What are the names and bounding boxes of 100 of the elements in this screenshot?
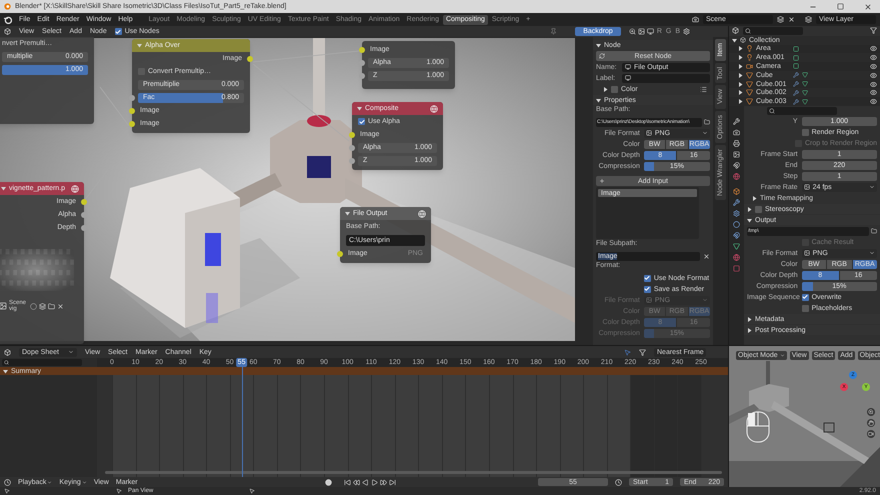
search-field[interactable] xyxy=(743,26,803,35)
scene-icon[interactable] xyxy=(692,16,699,23)
wrench-icon xyxy=(793,98,799,105)
disclosure-triangle-icon[interactable] xyxy=(747,328,752,332)
search-field[interactable] xyxy=(2,359,82,366)
checkbox[interactable] xyxy=(755,206,762,212)
disclosure-triangle-icon[interactable] xyxy=(738,99,743,104)
copy-icon[interactable] xyxy=(777,16,784,23)
record-icon[interactable] xyxy=(324,478,332,486)
editor-type-icon[interactable] xyxy=(732,27,739,34)
editor-type-icon[interactable] xyxy=(4,348,11,356)
disclosure-triangle-icon[interactable] xyxy=(738,46,743,52)
gear-icon[interactable] xyxy=(733,210,740,217)
app-logo-icon[interactable] xyxy=(4,16,12,24)
check-icon xyxy=(802,294,808,300)
app-logo-icon xyxy=(4,3,11,10)
gear-icon[interactable] xyxy=(683,28,690,35)
globe-icon[interactable] xyxy=(733,173,740,180)
disclosure-triangle-icon[interactable] xyxy=(738,82,743,87)
disclosure-triangle-icon[interactable] xyxy=(738,90,743,96)
disclosure-triangle-icon[interactable] xyxy=(747,206,752,212)
cursor-icon[interactable] xyxy=(624,348,631,356)
image-icon xyxy=(646,297,652,303)
chevron-icon xyxy=(869,250,875,256)
triangle-icon[interactable] xyxy=(733,243,740,250)
eye-icon[interactable] xyxy=(870,89,877,96)
eye-icon[interactable] xyxy=(870,72,877,79)
rewind-icon[interactable] xyxy=(352,478,360,486)
eye-icon[interactable] xyxy=(870,80,877,88)
printer-icon[interactable] xyxy=(733,140,740,147)
disclosure-triangle-icon[interactable] xyxy=(747,218,752,222)
magnet-icon[interactable] xyxy=(733,162,740,169)
camera-icon xyxy=(746,62,753,70)
eye-icon[interactable] xyxy=(870,54,877,62)
checkbox[interactable] xyxy=(802,304,809,312)
mouse-drawing xyxy=(746,411,770,443)
eye-icon[interactable] xyxy=(870,45,877,52)
globe-icon[interactable] xyxy=(733,254,740,261)
disclosure-triangle-icon[interactable] xyxy=(596,42,601,48)
plus-icon xyxy=(599,178,605,184)
refresh-icon xyxy=(599,53,605,59)
wrench-icon[interactable] xyxy=(733,118,740,125)
disclosure-triangle-icon[interactable] xyxy=(732,38,737,43)
lightbulb-icon xyxy=(746,54,753,62)
folder-icon[interactable] xyxy=(871,228,877,234)
cube-icon[interactable] xyxy=(733,188,740,195)
disclosure-triangle-icon[interactable] xyxy=(738,72,743,78)
editor-type-icon[interactable] xyxy=(4,28,11,35)
play-icon[interactable] xyxy=(370,478,378,486)
text-field[interactable] xyxy=(622,74,710,82)
disclosure-triangle-icon[interactable] xyxy=(738,55,743,60)
lightbulb-icon xyxy=(746,45,753,52)
fast-forward-icon[interactable] xyxy=(380,478,387,486)
mouse-icon xyxy=(116,488,122,494)
chevron-icon xyxy=(68,349,74,355)
view-icon[interactable] xyxy=(646,28,654,35)
image-icon[interactable] xyxy=(733,151,740,158)
search-icon xyxy=(769,108,775,114)
checkbox[interactable] xyxy=(611,86,618,92)
pin-icon[interactable] xyxy=(550,28,558,35)
collection-icon xyxy=(740,37,746,44)
image-icon[interactable] xyxy=(638,28,645,35)
disclosure-triangle-icon[interactable] xyxy=(747,316,752,322)
camera-icon[interactable] xyxy=(733,129,740,136)
checkbox[interactable] xyxy=(114,28,122,35)
wrench-icon xyxy=(793,72,799,78)
eye-icon[interactable] xyxy=(870,98,877,106)
disclosure-triangle-icon[interactable] xyxy=(596,98,601,102)
folder-icon[interactable] xyxy=(704,119,710,125)
maximize-icon[interactable] xyxy=(837,3,844,10)
disclosure-triangle-icon[interactable] xyxy=(603,86,608,92)
close-icon[interactable] xyxy=(864,2,872,10)
filter-icon[interactable] xyxy=(639,348,646,356)
wrench-icon[interactable] xyxy=(733,199,740,206)
clock-icon[interactable] xyxy=(615,478,622,486)
chevron-icon xyxy=(82,480,87,484)
checkbox[interactable] xyxy=(644,286,651,292)
play-reverse-icon[interactable] xyxy=(362,478,369,486)
zoom-icon[interactable] xyxy=(628,28,636,35)
search-icon xyxy=(4,360,9,365)
circle-icon[interactable] xyxy=(733,221,740,228)
jump-start-icon[interactable] xyxy=(344,478,351,486)
list-icon xyxy=(700,86,707,92)
square-icon[interactable] xyxy=(733,265,740,272)
eye-icon[interactable] xyxy=(870,62,877,70)
square-icon xyxy=(793,46,799,52)
jump-end-icon[interactable] xyxy=(388,478,396,486)
disclosure-triangle-icon[interactable] xyxy=(738,64,743,69)
disclosure-triangle-icon[interactable] xyxy=(752,196,757,200)
checkbox[interactable] xyxy=(802,128,809,136)
disclosure-triangle-icon[interactable] xyxy=(3,368,8,374)
clock-icon[interactable] xyxy=(4,478,11,486)
checkbox[interactable] xyxy=(644,274,651,282)
chevron-icon xyxy=(702,297,708,303)
magnet-icon[interactable] xyxy=(733,232,740,239)
checkbox[interactable] xyxy=(802,294,809,300)
view-layer-icon[interactable] xyxy=(805,16,812,23)
search-field[interactable] xyxy=(767,106,837,114)
chevron-icon xyxy=(702,130,708,136)
filter-icon[interactable] xyxy=(870,27,877,34)
